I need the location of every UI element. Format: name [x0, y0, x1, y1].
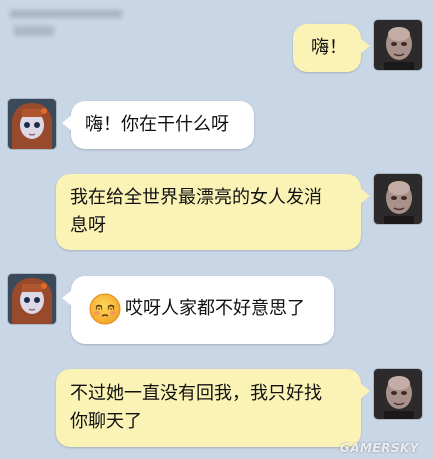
message-text-line: 不过她一直没有回我，我只好找	[70, 383, 322, 404]
message-bubble-sent[interactable]: 我在给全世界最漂亮的女人发消 息呀	[56, 174, 370, 250]
avatar-self-icon	[374, 369, 422, 419]
shy-face-emoji-icon	[89, 293, 121, 325]
avatar-self[interactable]	[374, 20, 422, 70]
message-text: 哎呀人家都不好意思了	[125, 298, 305, 319]
avatar-self-icon	[374, 20, 422, 70]
message-text: 嗨！	[311, 37, 347, 58]
message-text-line: 息呀	[70, 215, 106, 236]
message-text: 嗨！你在干什么呀	[85, 114, 229, 135]
message-text-line: 你聊天了	[70, 411, 142, 432]
avatar-self[interactable]	[374, 174, 422, 224]
chat-window: 嗨！ 嗨！你在干什么呀 我在给全世界最漂亮的女人发消 息呀 哎呀人家都不好意思了…	[0, 0, 433, 459]
avatar-self-icon	[374, 174, 422, 224]
message-text-line: 我在给全世界最漂亮的女人发消	[70, 187, 322, 208]
message-bubble-sent[interactable]: 嗨！	[293, 24, 370, 72]
message-bubble-received[interactable]: 哎呀人家都不好意思了	[62, 276, 334, 344]
message-bubble-received[interactable]: 嗨！你在干什么呀	[62, 101, 254, 149]
avatar-contact-icon	[8, 99, 56, 149]
watermark: GAMERSKY	[339, 441, 419, 455]
avatar-contact-icon	[8, 274, 56, 324]
blurred-contact-name	[10, 6, 122, 40]
avatar-contact[interactable]	[8, 274, 56, 324]
message-bubble-sent[interactable]: 不过她一直没有回我，我只好找 你聊天了	[56, 369, 370, 447]
avatar-self[interactable]	[374, 369, 422, 419]
avatar-contact[interactable]	[8, 99, 56, 149]
